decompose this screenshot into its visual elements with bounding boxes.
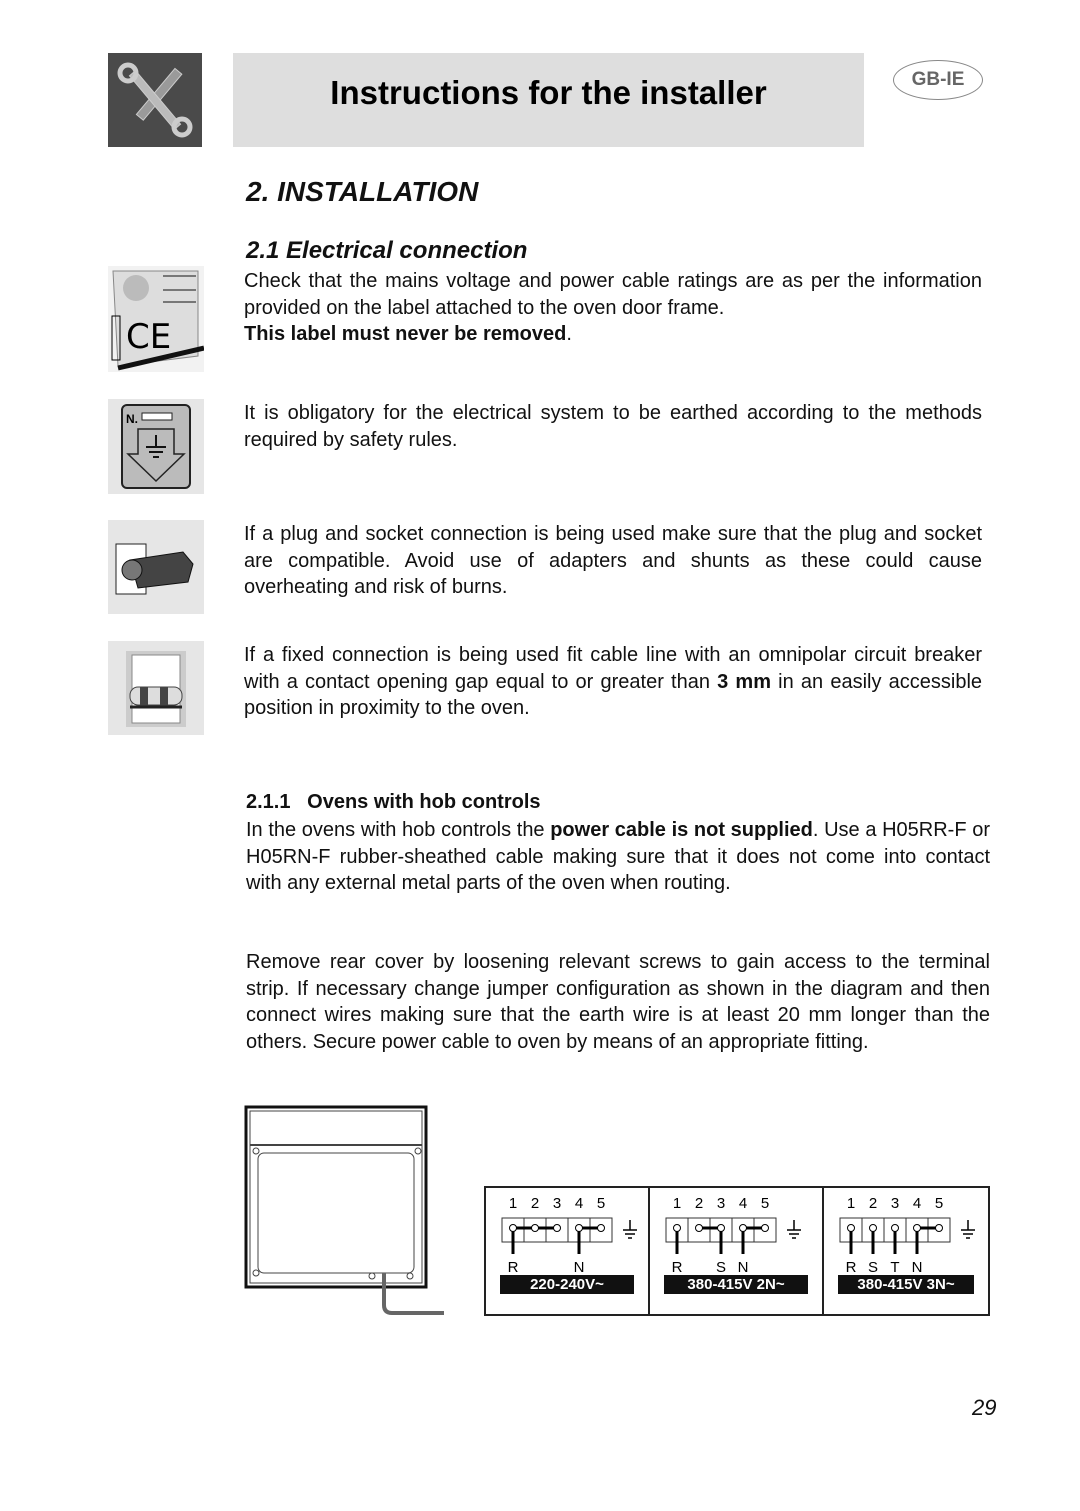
wire-label: S — [716, 1259, 726, 1276]
page-number: 29 — [972, 1395, 997, 1420]
voltage-label: 220-240V~ — [500, 1275, 634, 1294]
wire-label: R — [846, 1259, 857, 1276]
terminal-screw — [575, 1224, 583, 1232]
earth-plate-icon: N. — [108, 399, 204, 494]
terminal-number: 2 — [869, 1195, 877, 1212]
wiring-panel: 1 2 3 4 5 R N 220-240V~ — [484, 1186, 650, 1316]
wire-label: T — [890, 1259, 899, 1276]
label-warning: This label must never be removed — [244, 323, 567, 345]
wiring-panel: 1 2 3 4 5 R S N 380-415V 2N~ — [648, 1186, 824, 1316]
paragraph-power-cable: In the ovens with hob controls the power… — [246, 817, 990, 897]
earth-icon — [961, 1220, 975, 1239]
terminal-screw — [673, 1224, 681, 1232]
terminal-screw — [597, 1224, 605, 1232]
wire-label: R — [508, 1259, 519, 1276]
terminal-number: 4 — [575, 1195, 583, 1212]
terminal-screw — [847, 1224, 855, 1232]
cable-not-supplied: power cable is not supplied — [550, 819, 813, 841]
terminal-screw — [531, 1224, 539, 1232]
terminal-number: 5 — [935, 1195, 943, 1212]
wrench-screwdriver-icon — [108, 53, 202, 147]
language-badge: GB-IE — [893, 60, 983, 100]
earth-icon — [787, 1220, 801, 1239]
gap-value: 3 mm — [717, 670, 771, 693]
wire-label: N — [738, 1259, 749, 1276]
paragraph-text: Check that the mains voltage and power c… — [244, 270, 982, 319]
wire-label: S — [868, 1259, 878, 1276]
terminal-screw — [695, 1224, 703, 1232]
terminal-number: 4 — [739, 1195, 747, 1212]
terminal-number: 1 — [509, 1195, 517, 1212]
circuit-breaker-icon — [108, 641, 204, 735]
terminal-screw — [717, 1224, 725, 1232]
voltage-label: 380-415V 3N~ — [838, 1275, 974, 1294]
plug-socket-icon — [108, 520, 204, 614]
earth-icon — [623, 1220, 637, 1239]
subsubsection-title: 2.1.1 Ovens with hob controls — [246, 791, 541, 813]
terminal-number: 5 — [761, 1195, 769, 1212]
terminal-strip: 1 2 3 4 5 R S N — [665, 1195, 801, 1276]
terminal-screw — [739, 1224, 747, 1232]
wiring-panel: 1 2 3 4 5 R S T N 380-415V 3N~ — [822, 1186, 990, 1316]
voltage-label: 380-415V 2N~ — [664, 1275, 808, 1294]
terminal-number: 5 — [597, 1195, 605, 1212]
punctuation: . — [566, 323, 572, 345]
rear-cover-diagram — [244, 1105, 454, 1325]
paragraph-voltage-check: Check that the mains voltage and power c… — [244, 268, 982, 348]
terminal-number: 3 — [891, 1195, 899, 1212]
terminal-screw — [553, 1224, 561, 1232]
subsection-title: 2.1 Electrical connection — [246, 237, 528, 264]
paragraph-fixed-connection: If a fixed connection is being used fit … — [244, 642, 982, 722]
terminal-screw — [913, 1224, 921, 1232]
paragraph-plug-socket: If a plug and socket connection is being… — [244, 523, 982, 598]
terminal-number: 1 — [673, 1195, 681, 1212]
terminal-screw — [869, 1224, 877, 1232]
svg-text:CE: CE — [126, 317, 171, 357]
terminal-number: 2 — [531, 1195, 539, 1212]
terminal-strip: 1 2 3 4 5 R S T N — [839, 1195, 975, 1276]
wire-label: N — [574, 1259, 585, 1276]
terminal-screw — [891, 1224, 899, 1232]
paragraph-rear-cover: Remove rear cover by loosening relevant … — [246, 951, 990, 1053]
wire-label: R — [672, 1259, 683, 1276]
paragraph-earthing: It is obligatory for the electrical syst… — [244, 402, 982, 451]
terminal-number: 1 — [847, 1195, 855, 1212]
terminal-number: 3 — [717, 1195, 725, 1212]
terminal-screw — [761, 1224, 769, 1232]
terminal-screw — [509, 1224, 517, 1232]
page-header-title: Instructions for the installer — [330, 74, 767, 111]
paragraph-text: In the ovens with hob controls the — [246, 819, 551, 841]
section-title: 2. INSTALLATION — [246, 176, 479, 207]
terminal-number: 2 — [695, 1195, 703, 1212]
terminal-strip: 1 2 3 4 5 R N — [501, 1195, 637, 1276]
wire-label: N — [912, 1259, 923, 1276]
ce-label-icon: CE — [108, 266, 205, 372]
svg-text:N.: N. — [126, 412, 138, 426]
terminal-screw — [935, 1224, 943, 1232]
terminal-number: 3 — [553, 1195, 561, 1212]
terminal-number: 4 — [913, 1195, 921, 1212]
